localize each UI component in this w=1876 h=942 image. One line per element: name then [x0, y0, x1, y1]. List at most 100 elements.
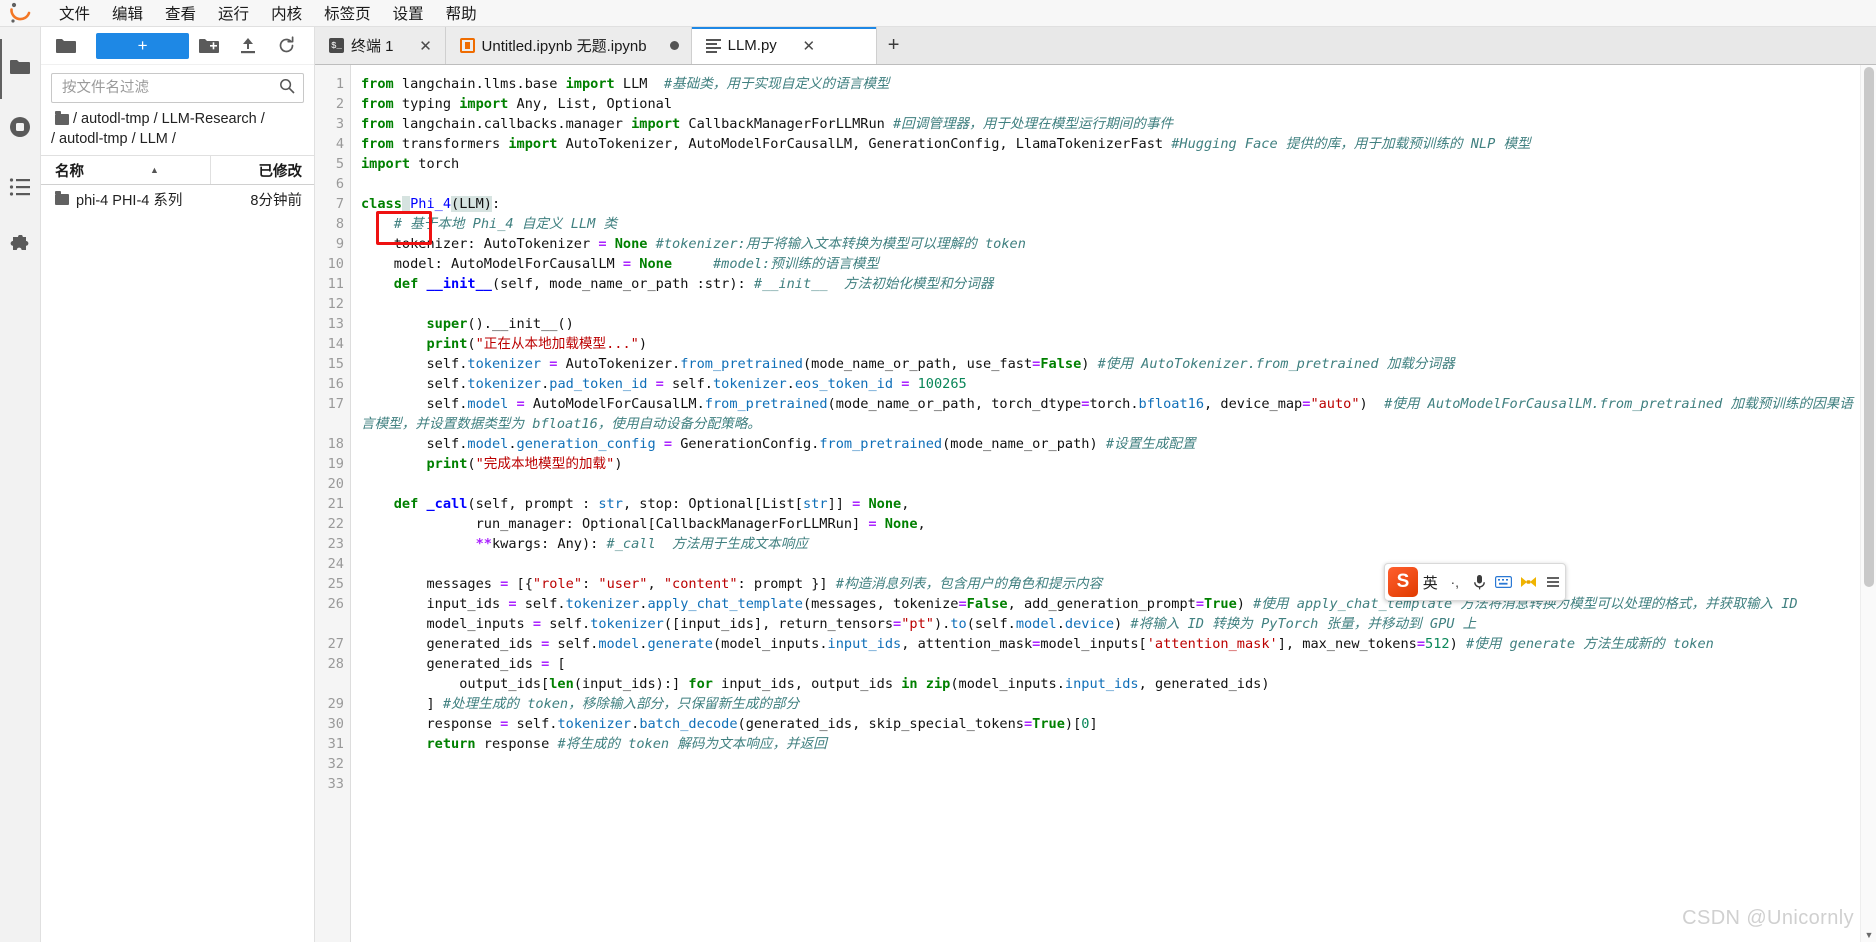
menu-view[interactable]: 查看 [154, 0, 207, 26]
menu-run[interactable]: 运行 [207, 0, 260, 26]
ime-punctuation-toggle[interactable]: ·, [1443, 564, 1468, 600]
column-header-modified[interactable]: 已修改 [210, 156, 314, 184]
mic-icon[interactable] [1467, 564, 1492, 600]
ime-toolbar[interactable]: S 英 ·, [1384, 563, 1566, 601]
code-line-19: print("完成本地模型的加载") [361, 454, 1860, 474]
code-line-20 [361, 474, 1860, 494]
refresh-icon[interactable] [267, 33, 306, 59]
menu-tabs[interactable]: 标签页 [313, 0, 382, 26]
menu-bar: 文件 编辑 查看 运行 内核 标签页 设置 帮助 [0, 0, 1876, 27]
root-folder-icon [47, 33, 86, 59]
editor-viewport[interactable]: 1234567 891011121314 151617.1819 2021222… [315, 65, 1860, 942]
folder-icon [55, 114, 69, 125]
code-line-28: generated_ids = self.model.generate(mode… [361, 634, 1860, 654]
code-line-22: run_manager: Optional[CallbackManagerFor… [361, 514, 1860, 534]
code-line-21: def _call(self, prompt : str, stop: Opti… [361, 494, 1860, 514]
column-header-name[interactable]: 名称 ▲ [41, 160, 210, 181]
menu-settings[interactable]: 设置 [382, 0, 435, 26]
code-line-27: model_inputs = self.tokenizer([input_ids… [361, 614, 1860, 634]
code-line-1: from langchain.llms.base import LLM #基础类… [361, 74, 1860, 94]
code-line-5: import torch [361, 154, 1860, 174]
folder-icon [55, 194, 69, 205]
tab-untitled-ipynb-label: Untitled.ipynb 无题.ipynb [482, 35, 647, 56]
code-line-23: **kwargs: Any): #_call 方法用于生成文本响应 [361, 534, 1860, 554]
notebook-icon [460, 38, 475, 53]
code-editor[interactable]: 1234567 891011121314 151617.1819 2021222… [315, 65, 1876, 942]
watermark: CSDN @Unicornly [1682, 907, 1854, 930]
tab-untitled-ipynb[interactable]: Untitled.ipynb 无题.ipynb [446, 27, 692, 64]
tab-terminal-1[interactable]: $_ 终端 1 ✕ [315, 27, 446, 64]
menu-help[interactable]: 帮助 [435, 0, 488, 26]
code-line-14: print("正在从本地加载模型...") [361, 334, 1860, 354]
new-launcher-button[interactable]: + [96, 33, 189, 59]
filter-container [41, 65, 314, 107]
folder-icon [9, 58, 31, 81]
code-line-33: return response #将生成的 token 解码为文本响应，并返回 [361, 734, 1860, 754]
code-line-30: output_ids[len(input_ids):] for input_id… [361, 674, 1860, 694]
code-line-10: model: AutoModelForCausalLM = None #mode… [361, 254, 1860, 274]
code-line-25: messages = [{"role": "user", "content": … [361, 574, 1860, 594]
code-line-13: super().__init__() [361, 314, 1860, 334]
menu-kernel[interactable]: 内核 [260, 0, 313, 26]
code-line-24 [361, 554, 1860, 574]
column-header-name-label: 名称 [55, 160, 84, 181]
code-line-12 [361, 294, 1860, 314]
code-line-2: from typing import Any, List, Optional [361, 94, 1860, 114]
running-icon [8, 115, 32, 144]
code-line-32: response = self.tokenizer.batch_decode(g… [361, 714, 1860, 734]
code-line-7: class Phi_4(LLM): [361, 194, 1860, 214]
scrollbar-thumb[interactable] [1864, 67, 1874, 587]
tab-bar: $_ 终端 1 ✕ Untitled.ipynb 无题.ipynb LLM.py… [315, 27, 1876, 65]
search-icon[interactable] [279, 78, 295, 99]
sidebar-item-running[interactable] [0, 99, 41, 159]
sogou-ime-icon[interactable]: S [1388, 567, 1418, 597]
file-list-header: 名称 ▲ 已修改 [41, 155, 314, 185]
python-file-icon [706, 38, 721, 53]
sidebar-item-file-browser[interactable] [0, 39, 41, 99]
unsaved-indicator-icon[interactable] [670, 41, 679, 50]
code-line-16: self.tokenizer.pad_token_id = self.token… [361, 374, 1860, 394]
file-row-name-label: phi-4 PHI-4 系列 [76, 189, 182, 210]
ime-language-toggle[interactable]: 英 [1418, 564, 1443, 600]
code-line-17: self.model = AutoModelForCausalLM.from_p… [361, 394, 1860, 434]
code-line-18: self.model.generation_config = Generatio… [361, 434, 1860, 454]
terminal-icon: $_ [329, 38, 344, 53]
activity-bar [0, 27, 41, 942]
jupyter-logo-icon [8, 2, 36, 24]
scroll-down-icon[interactable]: ▼ [1861, 928, 1876, 942]
close-icon[interactable]: ✕ [419, 37, 433, 55]
tab-llm-py[interactable]: LLM.py ✕ [692, 27, 877, 64]
search-input[interactable] [60, 79, 279, 97]
sidebar-item-toc[interactable] [0, 159, 41, 219]
breadcrumb[interactable]: / autodl-tmp / LLM-Research / [41, 107, 314, 129]
line-number-gutter: 1234567 891011121314 151617.1819 2021222… [315, 65, 351, 942]
new-folder-icon[interactable] [189, 33, 228, 59]
filter-box[interactable] [51, 73, 304, 103]
tab-llm-py-label: LLM.py [728, 37, 777, 54]
editor-vertical-scrollbar[interactable]: ▲ ▼ [1860, 65, 1876, 942]
code-line-8: # 基于本地 Phi_4 自定义 LLM 类 [361, 214, 1860, 234]
main-dock-area: $_ 终端 1 ✕ Untitled.ipynb 无题.ipynb LLM.py… [315, 27, 1876, 942]
file-browser-toolbar: + [41, 27, 314, 65]
breadcrumb-path-1[interactable]: / autodl-tmp / LLM-Research / [73, 111, 265, 127]
code-line-31: ] #处理生成的 token，移除输入部分，只保留新生成的部分 [361, 694, 1860, 714]
menu-edit[interactable]: 编辑 [101, 0, 154, 26]
upload-icon[interactable] [228, 33, 267, 59]
menu-file[interactable]: 文件 [48, 0, 101, 26]
code-line-9: tokenizer: AutoTokenizer = None #tokeniz… [361, 234, 1860, 254]
bowtie-icon[interactable] [1516, 564, 1541, 600]
tab-terminal-1-label: 终端 1 [351, 35, 394, 56]
close-icon[interactable]: ✕ [802, 37, 816, 55]
code-content[interactable]: from langchain.llms.base import LLM #基础类… [351, 65, 1860, 942]
sort-ascending-icon: ▲ [150, 165, 159, 175]
keyboard-icon[interactable] [1492, 564, 1517, 600]
file-row-name[interactable]: phi-4 PHI-4 系列 [41, 189, 210, 210]
list-item[interactable]: phi-4 PHI-4 系列 8分钟前 [41, 185, 314, 213]
code-line-11: def __init__(self, mode_name_or_path :st… [361, 274, 1860, 294]
code-line-29: generated_ids = [ [361, 654, 1860, 674]
list-icon [9, 177, 31, 202]
new-tab-button[interactable]: + [877, 27, 911, 64]
ime-menu-icon[interactable] [1541, 564, 1566, 600]
breadcrumb-path-2[interactable]: / autodl-tmp / LLM / [41, 129, 314, 155]
sidebar-item-extensions[interactable] [0, 219, 41, 279]
